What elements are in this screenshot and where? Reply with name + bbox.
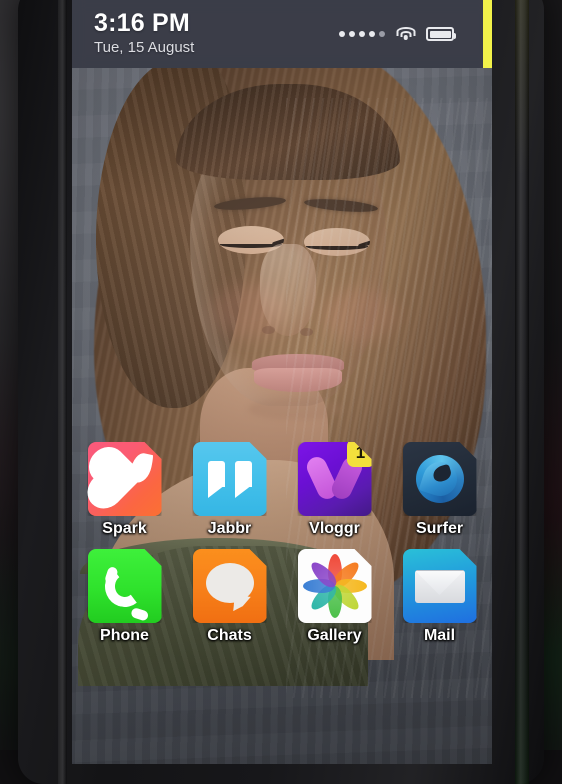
telephone-handset-icon[interactable]	[88, 549, 162, 623]
battery-icon	[426, 27, 454, 41]
envelope-icon[interactable]	[403, 549, 477, 623]
app-label: Vloggr	[309, 520, 360, 538]
app-gallery[interactable]: Gallery	[282, 549, 387, 645]
app-label: Mail	[424, 627, 455, 645]
app-vloggr[interactable]: 1 Vloggr	[282, 442, 387, 538]
app-phone[interactable]: Phone	[72, 549, 177, 645]
swirl-browser-icon[interactable]	[403, 442, 477, 516]
phone-screen: 3:16 PM Tue, 15 August Spark Jabbr	[72, 0, 492, 764]
app-label: Spark	[102, 520, 146, 538]
status-clock: 3:16 PM	[94, 10, 194, 37]
quotation-marks-icon[interactable]	[193, 442, 267, 516]
status-date: Tue, 15 August	[94, 38, 194, 58]
wifi-icon	[396, 27, 415, 41]
phone-left-bezel	[58, 0, 67, 784]
app-label: Jabbr	[208, 520, 252, 538]
home-screen-app-grid: Spark Jabbr 1 Vloggr Surfer	[72, 442, 492, 645]
wallpaper-vignette	[72, 68, 492, 764]
app-mail[interactable]: Mail	[387, 549, 492, 645]
status-bar: 3:16 PM Tue, 15 August	[72, 0, 492, 68]
app-label: Phone	[100, 627, 149, 645]
app-label: Surfer	[416, 520, 463, 538]
heart-flame-icon[interactable]	[88, 442, 162, 516]
status-bar-accent-strip	[483, 0, 492, 68]
app-spark[interactable]: Spark	[72, 442, 177, 538]
app-chats[interactable]: Chats	[177, 549, 282, 645]
letter-v-icon[interactable]: 1	[298, 442, 372, 516]
app-label: Gallery	[307, 627, 361, 645]
speech-bubble-icon[interactable]	[193, 549, 267, 623]
notification-badge: 1	[347, 439, 375, 467]
app-label: Chats	[207, 627, 251, 645]
phone-right-bezel	[515, 0, 529, 784]
flower-pinwheel-icon[interactable]	[298, 549, 372, 623]
status-bar-left: 3:16 PM Tue, 15 August	[72, 10, 194, 58]
signal-dots-icon	[339, 31, 385, 37]
wallpaper	[72, 68, 492, 764]
status-bar-right	[339, 27, 492, 41]
app-jabbr[interactable]: Jabbr	[177, 442, 282, 538]
app-surfer[interactable]: Surfer	[387, 442, 492, 538]
